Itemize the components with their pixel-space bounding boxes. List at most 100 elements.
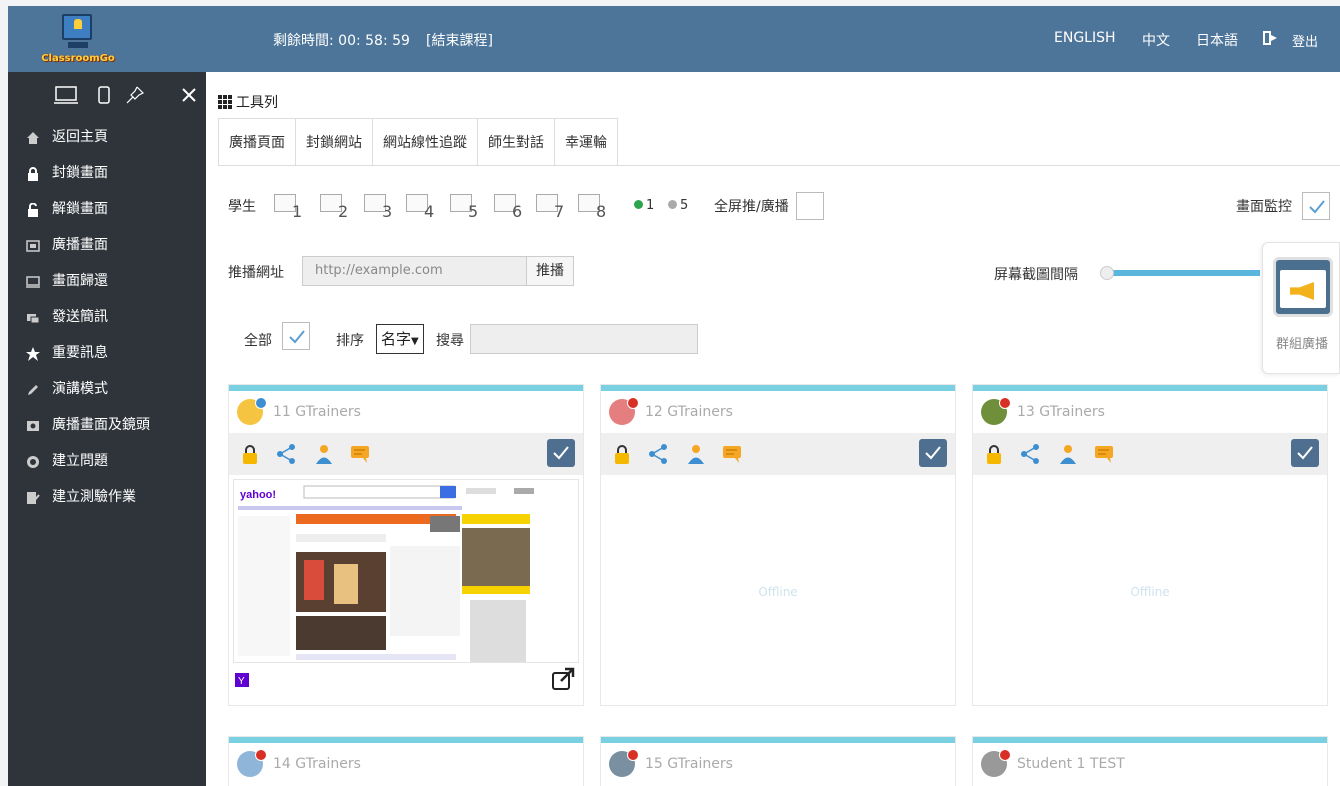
layout-number: 8 (596, 202, 607, 221)
user-icon[interactable] (685, 443, 707, 465)
laptop-view-icon[interactable] (54, 86, 78, 104)
chevron-down-icon: ▼ (411, 336, 419, 347)
lock-icon[interactable] (611, 443, 633, 465)
select-all-checkbox[interactable] (282, 322, 310, 350)
card-body: yahoo! Y (229, 475, 583, 703)
logout-button[interactable]: 登出 (1292, 31, 1318, 50)
lang-english[interactable]: ENGLISH (1054, 30, 1116, 46)
layout-7-button[interactable]: 7 (536, 194, 570, 222)
lock-icon[interactable] (239, 443, 261, 465)
tab-website-tracking[interactable]: 網站線性追蹤 (372, 118, 478, 166)
classroomgo-logo[interactable]: ClassroomGo (36, 12, 120, 68)
sidebar-item-label: 建立測驗作業 (52, 489, 136, 505)
tab-chat[interactable]: 師生對話 (477, 118, 555, 166)
layout-3-button[interactable]: 3 (364, 194, 398, 222)
share-icon[interactable] (647, 443, 669, 465)
interval-slider[interactable] (1100, 266, 1260, 280)
close-icon[interactable] (182, 88, 196, 102)
student-card[interactable]: Student 1 TEST (972, 736, 1328, 786)
end-class-link[interactable]: [結束課程] (426, 30, 493, 50)
offline-status: Offline (758, 585, 798, 599)
tab-bar: 廣播頁面 封鎖網站 網站線性追蹤 師生對話 幸運輪 (218, 118, 618, 166)
message-icon (27, 314, 40, 324)
sidebar-item-broadcast-camera[interactable]: 廣播畫面及鏡頭 (8, 412, 206, 448)
sidebar-item-create-quiz[interactable]: 建立測驗作業 (8, 484, 206, 520)
tablet-view-icon[interactable] (98, 86, 110, 104)
online-count-value: 1 (646, 198, 655, 213)
user-icon[interactable] (313, 443, 335, 465)
sidebar-item-lock-screen[interactable]: 封鎖畫面 (8, 160, 206, 196)
sidebar-item-important-message[interactable]: 重要訊息 (8, 340, 206, 376)
main-panel: 工具列 廣播頁面 封鎖網站 網站線性追蹤 師生對話 幸運輪 學生 1 2 3 4… (206, 72, 1340, 786)
chat-icon[interactable] (349, 443, 371, 465)
lock-icon[interactable] (983, 443, 1005, 465)
select-checkbox[interactable] (919, 439, 947, 467)
tab-lucky-wheel[interactable]: 幸運輪 (554, 118, 618, 166)
sidebar-item-label: 廣播畫面 (52, 237, 108, 253)
check-icon (1309, 200, 1325, 214)
monitor-checkbox[interactable] (1302, 192, 1330, 220)
sidebar-item-create-question[interactable]: 建立問題 (8, 448, 206, 484)
share-icon[interactable] (275, 443, 297, 465)
svg-text:yahoo!: yahoo! (240, 489, 276, 501)
webpage-preview-image: yahoo! (234, 480, 578, 662)
select-checkbox[interactable] (1291, 439, 1319, 467)
tab-block-website[interactable]: 封鎖網站 (295, 118, 373, 166)
tab-broadcast-page[interactable]: 廣播頁面 (218, 118, 296, 166)
sort-label: 排序 (336, 333, 364, 349)
layout-number: 5 (468, 202, 479, 221)
toolbar-title-text: 工具列 (236, 95, 278, 111)
external-link-icon[interactable] (551, 667, 575, 691)
sidebar-toolbar (8, 72, 206, 118)
push-url-input[interactable]: http://example.com (302, 256, 528, 286)
question-icon (27, 456, 39, 468)
layout-5-button[interactable]: 5 (450, 194, 484, 222)
offline-dot-icon (668, 200, 677, 209)
sidebar-item-presentation-mode[interactable]: 演講模式 (8, 376, 206, 412)
student-card[interactable]: 13 GTrainers Offline (972, 384, 1328, 706)
select-checkbox[interactable] (547, 439, 575, 467)
screen-thumbnail[interactable]: yahoo! (233, 479, 579, 663)
sidebar-item-return-screen[interactable]: 畫面歸還 (8, 268, 206, 304)
sidebar-item-label: 封鎖畫面 (52, 165, 108, 181)
sidebar-item-unlock-screen[interactable]: 解鎖畫面 (8, 196, 206, 232)
layout-1-button[interactable]: 1 (274, 194, 308, 222)
offline-badge-icon (627, 397, 639, 409)
lang-chinese[interactable]: 中文 (1142, 30, 1170, 50)
fullscreen-checkbox[interactable] (796, 192, 824, 220)
layout-2-button[interactable]: 2 (320, 194, 354, 222)
megaphone-icon[interactable] (1273, 257, 1333, 317)
search-input[interactable] (470, 324, 698, 354)
logout-icon[interactable] (1262, 30, 1278, 46)
sidebar-item-label: 發送簡訊 (52, 309, 108, 325)
student-card[interactable]: 12 GTrainers Offline (600, 384, 956, 706)
chat-icon[interactable] (1093, 443, 1115, 465)
chat-icon[interactable] (721, 443, 743, 465)
quiz-icon (27, 492, 40, 504)
sidebar: 返回主頁 封鎖畫面 解鎖畫面 廣播畫面 畫面歸還 發送簡訊 重要訊息 演講模式 … (8, 72, 206, 786)
lock-icon (28, 167, 38, 181)
layout-4-button[interactable]: 4 (406, 194, 440, 222)
user-icon[interactable] (1057, 443, 1079, 465)
layout-6-button[interactable]: 6 (494, 194, 528, 222)
sort-select[interactable]: 名字▼ (376, 324, 424, 354)
student-card[interactable]: 14 GTrainers (228, 736, 584, 786)
layout-number: 2 (338, 202, 349, 221)
share-icon[interactable] (1019, 443, 1041, 465)
push-button[interactable]: 推播 (526, 256, 574, 286)
student-card[interactable]: 15 GTrainers (600, 736, 956, 786)
layout-8-button[interactable]: 8 (578, 194, 612, 222)
group-broadcast-panel[interactable]: 群組廣播 (1262, 242, 1340, 374)
slider-knob[interactable] (1100, 266, 1114, 280)
top-bar: ClassroomGo 剩餘時間: 00: 58: 59 [結束課程] ENGL… (8, 6, 1340, 72)
student-card[interactable]: 11 GTrainers yahoo! Y (228, 384, 584, 706)
sidebar-item-broadcast-screen[interactable]: 廣播畫面 (8, 232, 206, 268)
lang-japanese[interactable]: 日本語 (1196, 30, 1238, 50)
group-broadcast-label: 群組廣播 (1275, 337, 1328, 352)
student-name: 14 GTrainers (273, 756, 361, 772)
sidebar-item-send-message[interactable]: 發送簡訊 (8, 304, 206, 340)
sidebar-item-home[interactable]: 返回主頁 (8, 124, 206, 160)
pin-icon[interactable] (126, 86, 144, 104)
offline-badge-icon (999, 749, 1011, 761)
pen-icon (28, 385, 38, 395)
